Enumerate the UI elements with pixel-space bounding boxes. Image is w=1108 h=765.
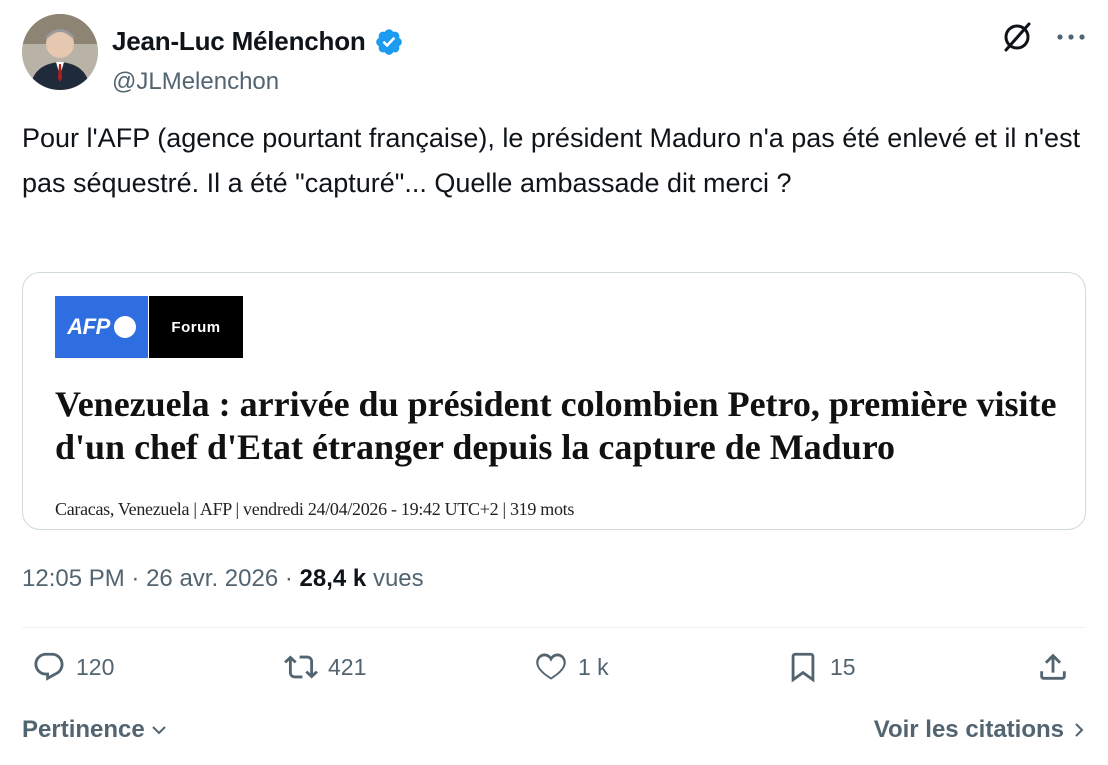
article-meta: Caracas, Venezuela | AFP | vendredi 24/0… [55, 499, 575, 519]
afp-dot-icon [113, 316, 136, 338]
grok-icon[interactable] [1000, 20, 1034, 54]
avatar[interactable] [22, 14, 98, 90]
article-card[interactable]: AFP Forum Venezuela : arrivée du préside… [22, 272, 1086, 530]
views-label: vues [372, 565, 424, 592]
bookmark-icon [791, 652, 815, 683]
tweet-date[interactable]: 26 avr. 2026 [146, 565, 278, 592]
replies-footer: Pertinence Voir les citations [22, 716, 1086, 750]
tweet-text: Pour l'AFP (agence pourtant française), … [22, 123, 1081, 198]
avatar-image [22, 14, 98, 90]
tweet-time[interactable]: 12:05 PM [22, 565, 125, 592]
author-name-row: Jean-Luc Mélenchon [112, 26, 404, 57]
author-name[interactable]: Jean-Luc Mélenchon [112, 26, 366, 57]
sort-label: Pertinence [22, 716, 145, 743]
tweet-header: Jean-Luc Mélenchon @JLMelenchon [22, 14, 1086, 96]
repost-button[interactable]: 421 [284, 650, 366, 684]
afp-logo-block: AFP [55, 296, 148, 358]
bookmark-button[interactable]: 15 [786, 650, 856, 684]
separator-dot: · [131, 565, 140, 592]
afp-forum-logo: AFP Forum [55, 296, 243, 358]
chevron-down-icon [152, 726, 166, 735]
reply-button[interactable]: 120 [32, 650, 114, 684]
tweet-timestamp-row: 12:05 PM · 26 avr. 2026 · 28,4 k vues [22, 565, 424, 593]
forum-logo-block: Forum [149, 296, 243, 358]
like-count: 1 k [578, 653, 609, 680]
chevron-right-icon [1075, 723, 1084, 737]
article-title: Venezuela : arrivée du président colombi… [55, 384, 1057, 467]
reply-count: 120 [76, 653, 115, 680]
view-quotes-label: Voir les citations [873, 716, 1064, 743]
like-button[interactable]: 1 k [534, 650, 609, 684]
action-bar: 120 421 1 k 15 [22, 650, 1082, 700]
header-actions [1000, 20, 1086, 54]
share-icon [1040, 653, 1066, 680]
share-button[interactable] [1036, 650, 1070, 684]
view-quotes-link[interactable]: Voir les citations [874, 716, 1086, 744]
views-count: 28,4 k [299, 565, 367, 592]
bookmark-count: 15 [830, 653, 856, 680]
afp-logo-text: AFP [67, 314, 110, 339]
repost-icon [284, 655, 318, 679]
reply-icon [34, 652, 64, 681]
author-handle[interactable]: @JLMelenchon [112, 68, 279, 96]
divider [22, 627, 1086, 628]
more-icon[interactable] [1056, 32, 1086, 42]
heart-icon [536, 653, 566, 680]
sort-dropdown[interactable]: Pertinence [22, 716, 169, 744]
verified-badge-icon [375, 28, 402, 55]
repost-count: 421 [328, 653, 367, 680]
separator-dot: · [284, 565, 293, 592]
